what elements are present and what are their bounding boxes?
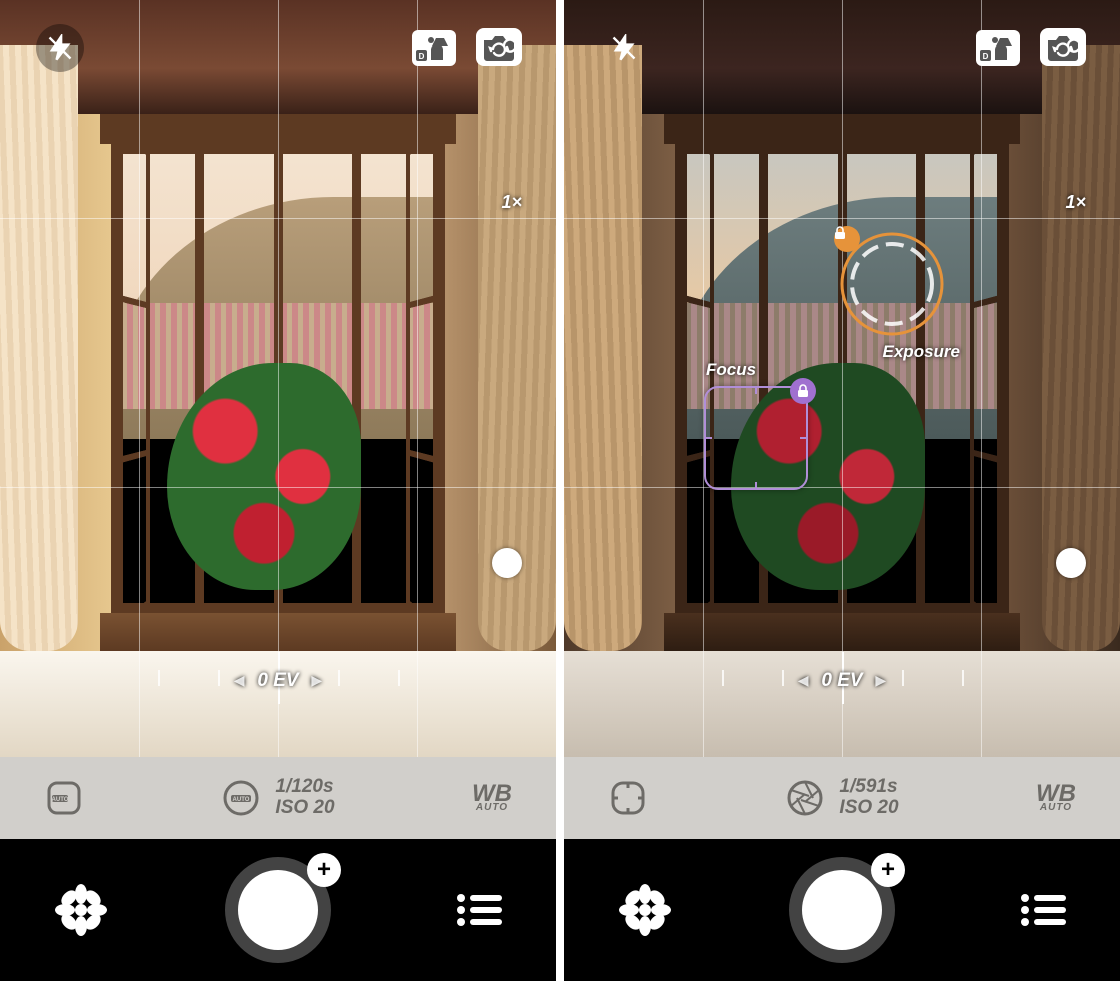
focus-mode-button[interactable] <box>608 778 648 818</box>
svg-text:AUTO: AUTO <box>233 797 250 803</box>
menu-button[interactable] <box>456 892 502 928</box>
shutter-speed: 1/120s <box>275 777 334 798</box>
viewfinder[interactable]: D 1× Exposure <box>564 0 1120 757</box>
wb-mode: AUTO <box>472 804 512 812</box>
focus-manual-icon <box>608 778 648 818</box>
screenshot-right: D 1× Exposure <box>564 0 1120 981</box>
focus-label: Focus <box>706 360 756 380</box>
parameter-strip: AUTO AUTO 1/120s ISO 20 WB AUTO <box>0 757 556 839</box>
exposure-label: Exposure <box>883 342 960 362</box>
flash-off-icon[interactable] <box>36 24 84 72</box>
wb-mode: AUTO <box>1036 804 1076 812</box>
level-indicator[interactable] <box>492 548 522 578</box>
zoom-indicator[interactable]: 1× <box>1065 192 1086 213</box>
menu-button[interactable] <box>1020 892 1066 928</box>
menu-icon <box>1020 892 1066 928</box>
focus-mode-button[interactable]: AUTO <box>44 778 84 818</box>
svg-text:AUTO: AUTO <box>52 797 69 803</box>
svg-text:D: D <box>419 52 425 61</box>
screenshot-left: D 1× ◀ ▶ 0 EV <box>0 0 556 981</box>
shutter-button[interactable]: + <box>789 857 895 963</box>
hdr-mode-icon[interactable]: D <box>412 30 456 66</box>
bottom-bar: + <box>564 839 1120 981</box>
exposure-mode-button[interactable]: 1/591s ISO 20 <box>785 777 898 819</box>
exposure-reticle[interactable]: Exposure <box>832 224 952 344</box>
aperture-manual-icon <box>785 778 825 818</box>
iso-value: ISO 20 <box>839 798 898 819</box>
hdr-mode-icon[interactable]: D <box>976 30 1020 66</box>
focus-auto-icon: AUTO <box>44 778 84 818</box>
iso-value: ISO 20 <box>275 798 334 819</box>
focus-lock-icon[interactable] <box>790 378 816 404</box>
svg-text:D: D <box>983 52 989 61</box>
shutter-plus-button[interactable]: + <box>871 853 905 887</box>
ev-slider[interactable]: ◀ ▶ 0 EV <box>148 648 408 706</box>
level-indicator[interactable] <box>1056 548 1086 578</box>
parameter-strip: 1/591s ISO 20 WB AUTO <box>564 757 1120 839</box>
flower-icon <box>54 883 108 937</box>
menu-icon <box>456 892 502 928</box>
exposure-mode-button[interactable]: AUTO 1/120s ISO 20 <box>221 777 334 819</box>
gallery-button[interactable] <box>54 883 108 937</box>
shutter-plus-button[interactable]: + <box>307 853 341 887</box>
ev-slider[interactable]: ◀ ▶ 0 EV <box>712 648 972 706</box>
flash-off-icon[interactable] <box>600 24 648 72</box>
switch-camera-icon[interactable] <box>1040 28 1086 66</box>
focus-reticle[interactable]: Focus <box>704 386 808 490</box>
switch-camera-icon[interactable] <box>476 28 522 66</box>
white-balance-button[interactable]: WB AUTO <box>472 784 512 811</box>
camera-scene <box>0 0 556 757</box>
white-balance-button[interactable]: WB AUTO <box>1036 784 1076 811</box>
ev-value: 0 EV <box>148 670 408 692</box>
viewfinder[interactable]: D 1× ◀ ▶ 0 EV <box>0 0 556 757</box>
gallery-button[interactable] <box>618 883 672 937</box>
shutter-speed: 1/591s <box>839 777 898 798</box>
ev-value: 0 EV <box>712 670 972 692</box>
shutter-button[interactable]: + <box>225 857 331 963</box>
exposure-lock-icon[interactable] <box>834 226 860 252</box>
zoom-indicator[interactable]: 1× <box>501 192 522 213</box>
camera-scene <box>564 0 1120 757</box>
aperture-auto-icon: AUTO <box>221 778 261 818</box>
flower-icon <box>618 883 672 937</box>
bottom-bar: + <box>0 839 556 981</box>
